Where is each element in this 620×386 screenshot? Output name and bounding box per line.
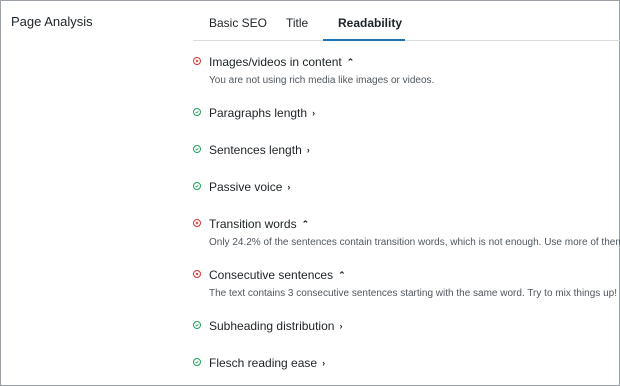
tab-bar: Basic SEO Title Readability bbox=[193, 0, 620, 41]
success-status-icon bbox=[193, 182, 201, 190]
success-status-icon bbox=[193, 145, 201, 153]
check-item-transition-words[interactable]: Transition words ⌃ bbox=[209, 217, 309, 231]
check-item-images-videos[interactable]: Images/videos in content ⌃ bbox=[209, 55, 354, 69]
check-item-passive-voice[interactable]: Passive voice › bbox=[209, 180, 290, 194]
section-title: Page Analysis bbox=[11, 14, 93, 29]
check-item-flesch-reading-ease[interactable]: Flesch reading ease › bbox=[209, 356, 325, 370]
error-status-icon bbox=[193, 219, 201, 227]
check-title: Consecutive sentences bbox=[209, 268, 334, 282]
check-item-consecutive-sentences[interactable]: Consecutive sentences ⌃ bbox=[209, 268, 346, 282]
chevron-up-icon: ⌃ bbox=[338, 270, 346, 280]
success-status-icon bbox=[193, 108, 201, 116]
check-title: Flesch reading ease bbox=[209, 356, 318, 370]
check-title: Passive voice bbox=[209, 180, 283, 194]
chevron-right-icon: › bbox=[322, 358, 326, 368]
check-description: The text contains 3 consecutive sentence… bbox=[209, 288, 617, 299]
check-title: Subheading distribution bbox=[209, 319, 335, 333]
check-description: Only 24.2% of the sentences contain tran… bbox=[209, 237, 620, 248]
check-title: Paragraphs length bbox=[209, 106, 308, 120]
chevron-right-icon: › bbox=[312, 108, 316, 118]
check-title: Images/videos in content bbox=[209, 55, 342, 69]
chevron-up-icon: ⌃ bbox=[346, 57, 355, 67]
chevron-right-icon: › bbox=[287, 182, 291, 192]
tab-title[interactable]: Title bbox=[286, 16, 308, 30]
error-status-icon bbox=[193, 57, 201, 65]
chevron-right-icon: › bbox=[306, 145, 310, 155]
tab-basic-seo[interactable]: Basic SEO bbox=[209, 16, 267, 30]
error-status-icon bbox=[193, 270, 201, 278]
check-description: You are not using rich media like images… bbox=[209, 75, 435, 86]
check-title: Transition words bbox=[209, 217, 297, 231]
tab-readability[interactable]: Readability bbox=[338, 16, 402, 30]
success-status-icon bbox=[193, 358, 201, 366]
check-item-paragraphs-length[interactable]: Paragraphs length › bbox=[209, 106, 315, 120]
check-item-subheading-distribution[interactable]: Subheading distribution › bbox=[209, 319, 342, 333]
chevron-up-icon: ⌃ bbox=[301, 219, 310, 229]
check-title: Sentences length bbox=[209, 143, 302, 157]
success-status-icon bbox=[193, 321, 201, 329]
active-tab-indicator bbox=[323, 39, 405, 41]
check-item-sentences-length[interactable]: Sentences length › bbox=[209, 143, 310, 157]
chevron-right-icon: › bbox=[339, 321, 343, 331]
